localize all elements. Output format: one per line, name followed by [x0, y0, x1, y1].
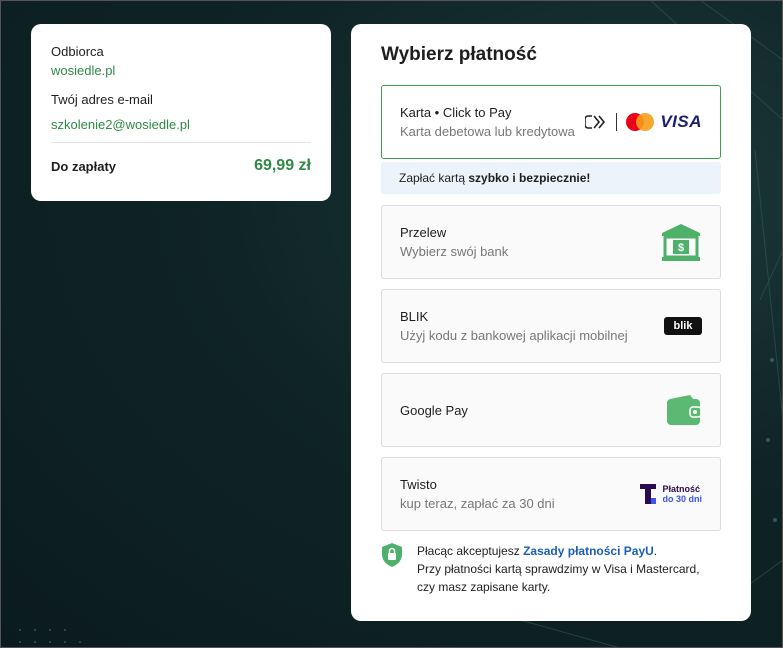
payment-option-blik[interactable]: BLIK Użyj kodu z bankowej aplikacji mobi…: [381, 289, 721, 363]
total-row: Do zapłaty 69,99 zł: [51, 157, 311, 175]
card-brand-logos: VISA: [585, 112, 702, 132]
recipient-value: wosiedle.pl: [51, 63, 116, 78]
promo-bold: szybko i bezpiecznie!: [468, 171, 591, 185]
shield-lock-icon: [382, 543, 402, 567]
card-option-subtitle: Karta debetowa lub kredytowa: [400, 124, 575, 139]
email-label: Twój adres e-mail: [51, 92, 153, 107]
card-promo-banner: Zapłać kartą szybko i bezpiecznie!: [381, 162, 721, 194]
twisto-t-icon: [640, 484, 657, 504]
payment-method-panel: Wybierz płatność Karta • Click to Pay Ka…: [351, 24, 751, 621]
terms-suffix: .: [653, 544, 658, 558]
terms-prefix: Płacąc akceptujesz: [417, 544, 524, 558]
payment-option-transfer[interactable]: Przelew Wybierz swój bank $: [381, 205, 721, 279]
svg-text:$: $: [678, 242, 684, 254]
total-label: Do zapłaty: [51, 158, 117, 174]
twisto-logo-line1: Płatność: [662, 484, 700, 494]
transfer-option-subtitle: Wybierz swój bank: [400, 244, 509, 259]
promo-prefix: Zapłać kartą: [399, 171, 466, 185]
blik-option-title: BLIK: [400, 309, 429, 324]
wallet-icon: [667, 395, 702, 425]
blik-option-subtitle: Użyj kodu z bankowej aplikacji mobilnej: [400, 328, 628, 343]
payment-option-card[interactable]: Karta • Click to Pay Karta debetowa lub …: [381, 85, 721, 159]
card-option-title: Karta • Click to Pay: [400, 105, 512, 120]
panel-title: Wybierz płatność: [381, 44, 537, 65]
payu-terms-footer: Płacąc akceptujesz Zasady płatności PayU…: [381, 542, 721, 596]
summary-divider: [51, 142, 311, 143]
blik-logo: blik: [664, 317, 702, 335]
twisto-logo: Płatność do 30 dni: [640, 484, 702, 504]
email-value: szkolenie2@wosiedle.pl: [51, 117, 190, 132]
terms-line3: czy masz zapisane karty.: [417, 580, 551, 594]
click-to-pay-icon: [585, 115, 606, 129]
payment-option-twisto[interactable]: Twisto kup teraz, zapłać za 30 dni Płatn…: [381, 457, 721, 531]
twisto-option-title: Twisto: [400, 477, 437, 492]
blik-logo-text: blik: [673, 320, 693, 332]
total-amount: 69,99 zł: [254, 157, 311, 174]
visa-logo: VISA: [660, 112, 702, 131]
order-summary-card: Odbiorca wosiedle.pl Twój adres e-mail s…: [31, 24, 331, 201]
googlepay-option-title: Google Pay: [400, 402, 468, 418]
recipient-label: Odbiorca: [51, 44, 104, 59]
twisto-logo-line2: do 30 dni: [662, 494, 702, 504]
twisto-option-subtitle: kup teraz, zapłać za 30 dni: [400, 496, 555, 511]
payment-option-googlepay[interactable]: Google Pay: [381, 373, 721, 447]
payu-terms-link[interactable]: Zasady płatności PayU: [523, 544, 654, 558]
terms-line2: Przy płatności kartą sprawdzimy w Visa i…: [417, 562, 700, 576]
mastercard-icon: [626, 113, 655, 131]
bank-icon: $: [662, 224, 700, 261]
transfer-option-title: Przelew: [400, 225, 447, 240]
logo-separator: [616, 113, 618, 131]
